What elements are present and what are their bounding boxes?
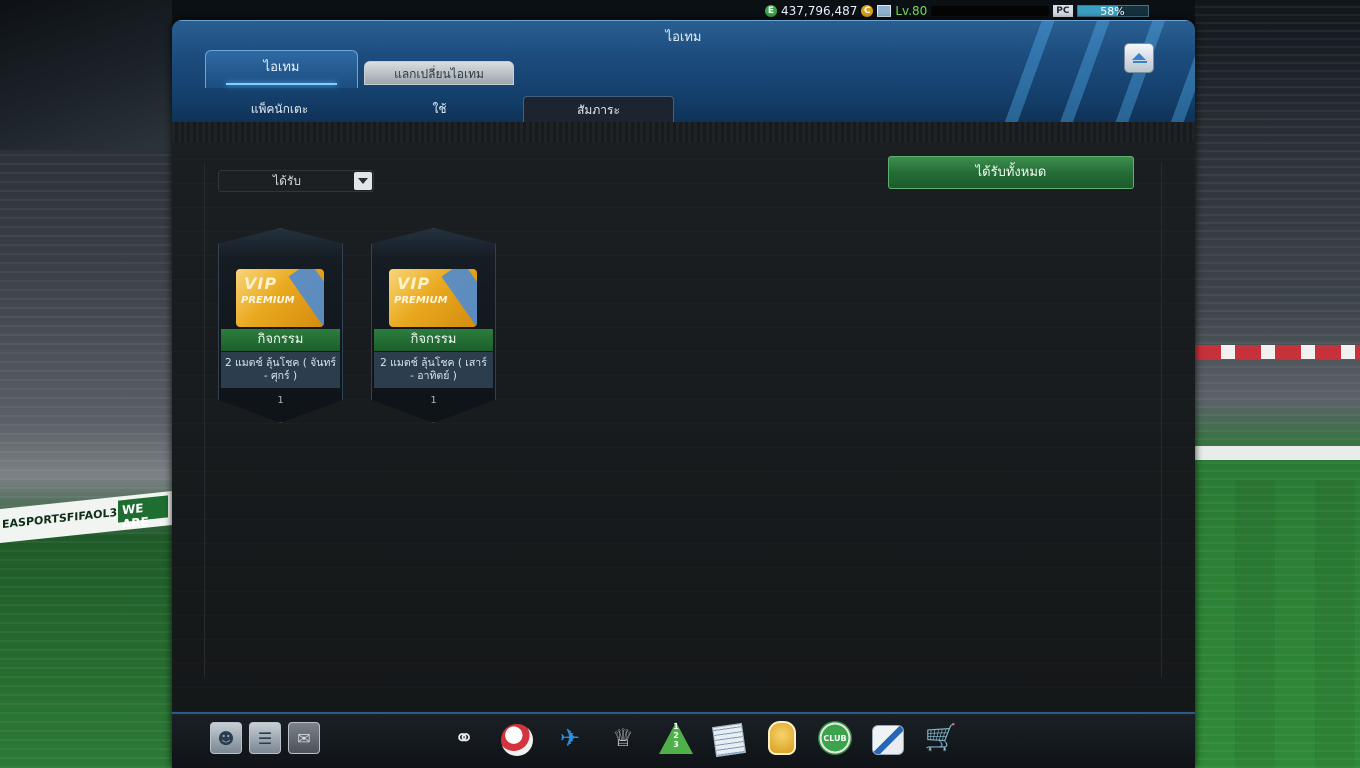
item-category: กิจกรรม xyxy=(221,329,340,351)
vip-card-subtitle: PREMIUM xyxy=(241,295,295,306)
stadium-left: EASPORTSFIFAOL3.IN.TH WE ARE xyxy=(0,0,172,768)
status-bar: E 437,796,487 C Lv.80 PC 58% xyxy=(765,2,1149,20)
filter-dropdown[interactable]: ได้รับ xyxy=(218,170,374,192)
chevron-down-icon[interactable] xyxy=(354,172,372,190)
item-window: ไอเทม ไอเทม แลกเปลี่ยนไอเทม แพ็คนักเตะ ใ… xyxy=(172,20,1195,768)
stadium-board xyxy=(1195,446,1360,460)
toolbar-main-icons: ⚭ ✈ ♕ 1 2 3 CLUB 🛒 xyxy=(446,718,959,758)
tab-items-label: ไอเทม xyxy=(263,60,300,75)
shop-cart-icon[interactable]: 🛒 xyxy=(923,718,959,758)
subtab-player-packs[interactable]: แพ็คนักเตะ xyxy=(212,96,347,123)
e-points-value: 437,796,487 xyxy=(781,4,858,18)
vip-card-subtitle: PREMIUM xyxy=(394,295,448,306)
progress-bar: 58% xyxy=(1076,5,1149,18)
platform-badge: PC xyxy=(1053,5,1073,17)
subtab-use[interactable]: ใช้ xyxy=(372,96,507,123)
inventory-panel xyxy=(204,162,1162,677)
e-coin-icon: E xyxy=(765,5,777,17)
level-value: Lv.80 xyxy=(895,4,928,18)
pitch-grass xyxy=(1195,480,1360,768)
shirt-icon[interactable] xyxy=(764,718,800,758)
pyramid-number: 1 xyxy=(673,722,679,731)
club-icon[interactable]: CLUB xyxy=(817,718,853,758)
ranking-pyramid-icon[interactable]: 1 2 3 xyxy=(658,718,694,758)
boot-icon[interactable]: ✈ xyxy=(552,718,588,758)
eject-icon xyxy=(1132,53,1146,60)
tab-items[interactable]: ไอเทม xyxy=(205,50,358,88)
vip-card-icon: VIP PREMIUM xyxy=(389,269,477,327)
club-label: CLUB xyxy=(818,721,852,755)
active-tab-underline xyxy=(226,83,337,85)
c-coin-icon: C xyxy=(861,5,874,17)
item-quantity: 1 xyxy=(277,395,284,406)
redacted-username xyxy=(931,6,1050,16)
inventory-content: ได้รับ ได้รับทั้งหมด VIP PREMIUM กิจกรรม… xyxy=(172,122,1195,712)
progress-percent: 58% xyxy=(1100,5,1125,18)
profile-icon[interactable]: ☻ xyxy=(210,722,242,754)
content-top-strip xyxy=(172,122,1195,142)
vip-card-title: VIP xyxy=(244,274,278,293)
item-card[interactable]: VIP PREMIUM กิจกรรม 2 แมตช์ ลุ้นโชค ( จั… xyxy=(218,228,343,423)
subtab-inventory[interactable]: สัมภาระ xyxy=(523,96,674,123)
subtab-row: แพ็คนักเตะ ใช้ สัมภาระ xyxy=(172,96,1195,123)
tab-exchange-items-label: แลกเปลี่ยนไอเทม xyxy=(394,67,484,81)
whistle-icon[interactable]: ⚭ xyxy=(446,718,482,758)
pyramid-number: 3 xyxy=(673,740,679,749)
item-quantity: 1 xyxy=(430,395,437,406)
stadium-stripe xyxy=(1195,345,1360,359)
ball-icon[interactable] xyxy=(499,718,535,758)
toolbar-left-group: ☻ ☰ ✉ xyxy=(210,722,320,754)
pyramid-number: 2 xyxy=(673,731,679,740)
item-category: กิจกรรม xyxy=(374,329,493,351)
item-description: 2 แมตช์ ลุ้นโชค ( จันทร์ - ศุกร์ ) xyxy=(221,352,340,388)
item-card[interactable]: VIP PREMIUM กิจกรรม 2 แมตช์ ลุ้นโชค ( เส… xyxy=(371,228,496,423)
card-icon[interactable] xyxy=(870,718,906,758)
mail-icon[interactable]: ✉ xyxy=(288,722,320,754)
tab-exchange-items[interactable]: แลกเปลี่ยนไอเทม xyxy=(364,61,514,85)
window-title: ไอเทม xyxy=(665,30,702,45)
filter-dropdown-value: ได้รับ xyxy=(273,174,301,188)
vip-card-title: VIP xyxy=(397,274,431,293)
vip-card-icon: VIP PREMIUM xyxy=(236,269,324,327)
item-description: 2 แมตช์ ลุ้นโชค ( เสาร์ - อาทิตย์ ) xyxy=(374,352,493,388)
stadium-roof xyxy=(0,0,172,150)
notepad-icon[interactable] xyxy=(711,718,747,758)
eject-icon-bar xyxy=(1133,61,1147,63)
window-header: ไอเทม ไอเทม แลกเปลี่ยนไอเทม แพ็คนักเตะ ใ… xyxy=(172,20,1195,123)
trophy-icon[interactable]: ♕ xyxy=(605,718,641,758)
level-icon xyxy=(877,5,892,17)
close-window-button[interactable] xyxy=(1124,43,1154,73)
claim-all-button[interactable]: ได้รับทั้งหมด xyxy=(888,156,1134,189)
chat-icon[interactable]: ☰ xyxy=(249,722,281,754)
bottom-toolbar: ☻ ☰ ✉ ⚭ ✈ ♕ 1 2 3 CLUB 🛒 xyxy=(172,712,1195,768)
